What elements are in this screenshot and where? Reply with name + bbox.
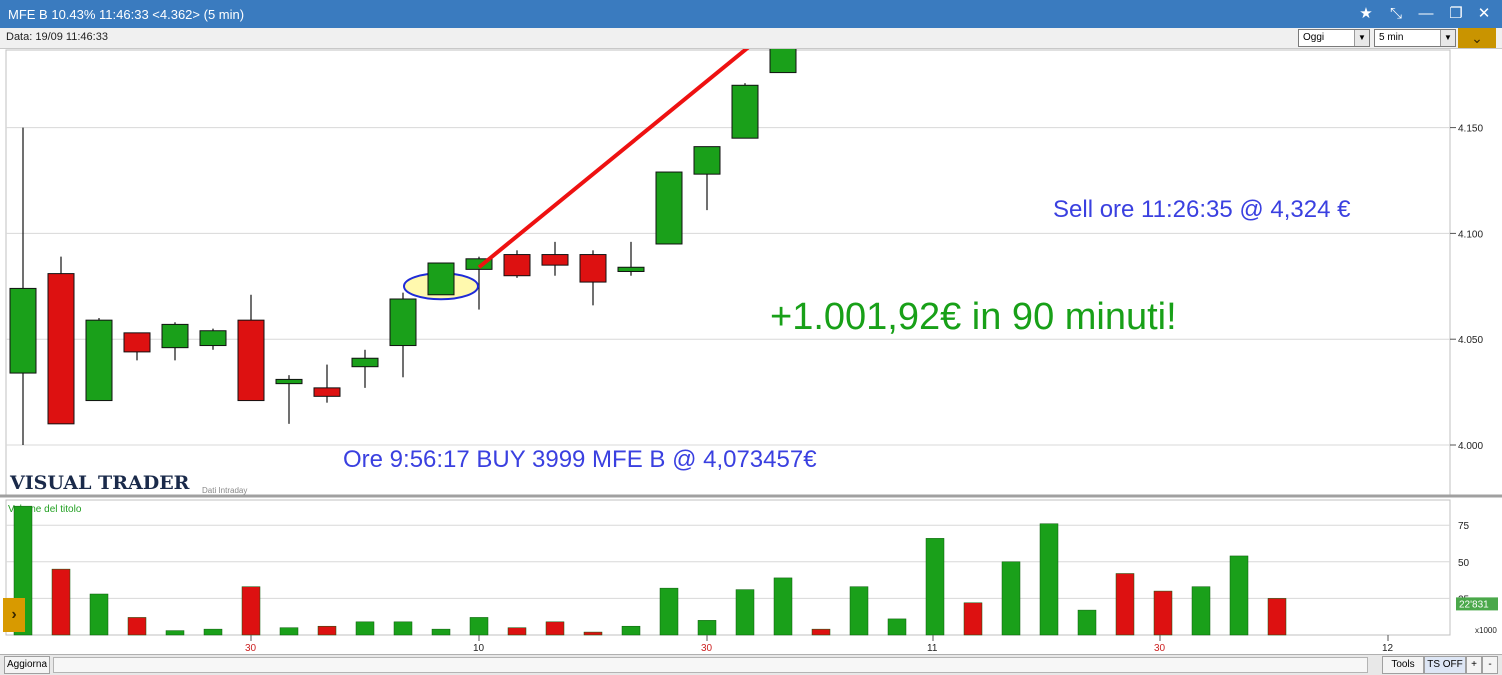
candle-body [123,332,151,353]
title-bar: MFE B 10.43% 11:46:33 <4.362> (5 min) ★ … [0,0,1502,28]
dropdown-arrow-icon: ▼ [1440,30,1455,46]
price-tick-label: 4.050 [1458,335,1483,346]
volume-bar [697,620,717,636]
volume-bar [1039,523,1059,636]
sell-annotation: Sell ore 11:26:35 @ 4,324 € [1053,196,1351,223]
zoom-in-button[interactable]: + [1466,656,1482,674]
maximize-icon[interactable]: ❐ [1446,4,1466,24]
buy-annotation: Ore 9:56:17 BUY 3999 MFE B @ 4,073457€ [343,446,817,473]
volume-bar [887,618,907,636]
volume-bar [1077,609,1097,636]
profit-trend-line [477,49,750,269]
horizontal-scrollbar[interactable] [53,657,1368,673]
side-panel-toggle-icon[interactable]: › [3,598,25,632]
interval-select[interactable]: 5 min ▼ [1374,29,1456,47]
volume-bar [89,593,109,636]
candle-body [541,254,569,266]
volume-bar [203,628,223,636]
candle-body [85,319,113,402]
pin-icon[interactable]: ⤡ [1386,4,1406,24]
period-select-value: Oggi [1303,32,1325,43]
bottom-bar: Aggiorna Tools TS OFF + - [0,654,1502,675]
volume-bar [849,586,869,636]
candle-body [655,171,683,245]
dropdown-arrow-icon: ▼ [1354,30,1369,46]
volume-bar [773,577,793,636]
volume-bar [1153,590,1173,636]
time-tick-label: 11 [927,643,938,654]
volume-bar [317,625,337,636]
interval-select-value: 5 min [1379,32,1404,43]
volume-bar [1115,573,1135,636]
volume-multiplier-label: x1000 [1475,626,1497,635]
candle-body [389,298,417,347]
volume-tick-label: 50 [1458,558,1470,569]
candle-body [199,330,227,347]
candle-body [503,254,531,277]
price-tick-label: 4.150 [1458,124,1483,135]
volume-bar [507,627,527,636]
time-tick-label: 30 [701,643,713,654]
ts-toggle-button[interactable]: TS OFF [1424,656,1466,674]
candle-body [237,319,265,402]
time-tick-label: 10 [473,643,485,654]
price-tick-label: 4.100 [1458,229,1483,240]
date-label: Data: 19/09 11:46:33 [6,31,108,43]
zoom-out-button[interactable]: - [1482,656,1498,674]
volume-bar [241,586,261,636]
period-select[interactable]: Oggi ▼ [1298,29,1370,47]
volume-bar [811,628,831,636]
chart-area: 4.0004.0504.1004.1504.2004.2504.3004.350… [0,49,1502,654]
candle-body [769,49,797,74]
volume-bar [127,617,147,636]
refresh-button[interactable]: Aggiorna [4,656,50,674]
gain-annotation: +1.001,92€ in 90 minuti! [770,296,1177,338]
volume-bar [963,602,983,636]
candle-body [351,357,379,368]
volume-bar [659,587,679,636]
candle-body [161,323,189,349]
tools-button[interactable]: Tools [1382,656,1424,674]
expand-menu-button[interactable]: ⌄ [1458,28,1496,48]
volume-bar [1229,555,1249,636]
price-panel-frame [5,49,1451,496]
time-tick-label: 12 [1382,643,1394,654]
time-tick-label: 30 [245,643,257,654]
volume-bar [469,617,489,636]
star-icon[interactable]: ★ [1356,4,1376,24]
window-title: MFE B 10.43% 11:46:33 <4.362> (5 min) [8,7,245,22]
current-volume-label: 22'831 [1459,599,1489,610]
candle-body [579,254,607,283]
volume-bar [1001,561,1021,636]
time-tick-label: 30 [1154,643,1166,654]
volume-bar [621,625,641,636]
volume-bar [925,538,945,636]
volume-bar [165,630,185,636]
price-tick-label: 4.000 [1458,441,1483,452]
brand-logo: VISUAL TRADER [9,472,190,494]
volume-bar [51,568,71,636]
candle-body [275,378,303,385]
volume-bar [393,621,413,636]
brand-subtitle: Dati Intraday [202,486,247,495]
candle-body [313,387,341,397]
candle-body [9,287,37,374]
volume-bar [545,621,565,636]
toolbar: Data: 19/09 11:46:33 Oggi ▼ 5 min ▼ [0,28,1502,49]
volume-bar [279,627,299,636]
candle-body [47,273,75,425]
volume-bar [1191,586,1211,636]
candle-body [617,266,645,272]
volume-bar [583,631,603,636]
volume-bar [735,589,755,636]
volume-bar [1267,598,1287,636]
candle-body [731,84,759,139]
candle-body [427,262,455,296]
volume-bar [355,621,375,636]
minimize-icon[interactable]: — [1416,4,1436,24]
volume-tick-label: 75 [1458,521,1470,532]
close-icon[interactable]: ✕ [1474,4,1494,24]
candle-body [693,146,721,175]
volume-bar [431,628,451,636]
